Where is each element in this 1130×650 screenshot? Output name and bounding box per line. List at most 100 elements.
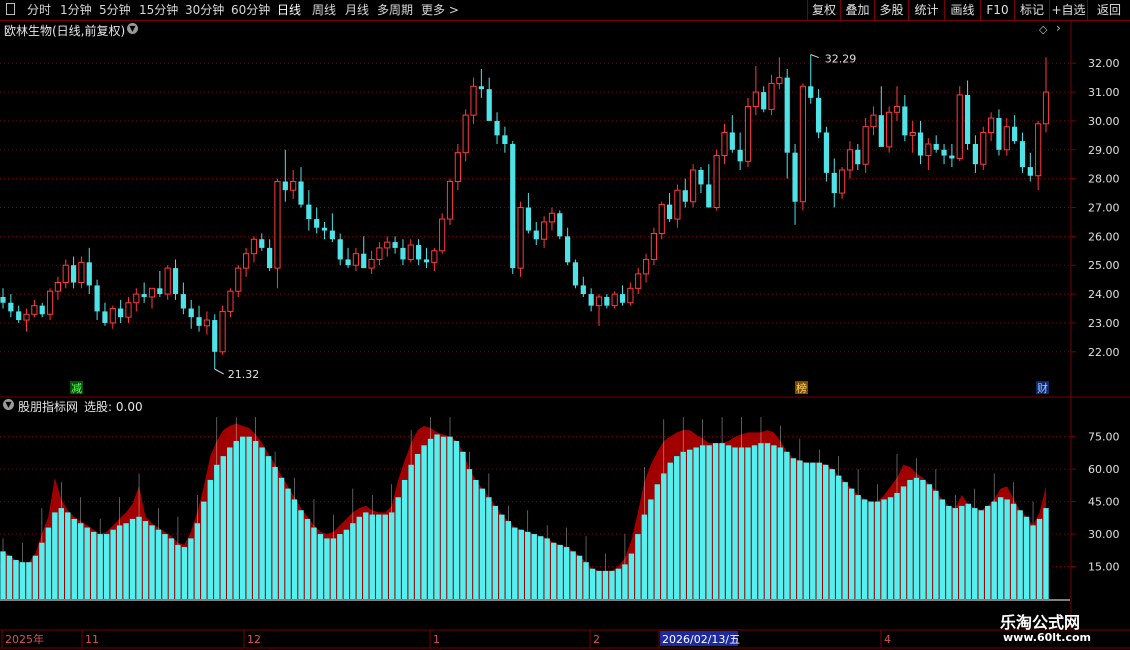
indicator-bar	[19, 562, 26, 599]
price-tick-label: 32.00	[1088, 57, 1120, 70]
indicator-bar	[887, 497, 894, 599]
indicator-bar	[894, 492, 900, 599]
chart-canvas[interactable]: 22.00 23.00 24.00 25.00 26.00 27.00 28.00 29.00…	[0, 0, 1130, 650]
indicator-bar	[680, 451, 686, 599]
candle-body	[893, 105, 901, 113]
candle-body	[282, 181, 288, 191]
candle-body	[470, 85, 477, 116]
indicator-bar	[900, 486, 907, 599]
candle-body	[431, 250, 438, 263]
indicator-bar	[175, 544, 181, 599]
time-label: 4	[884, 633, 891, 646]
indicator-bar	[751, 445, 758, 599]
price-tick-label: 29.00	[1088, 144, 1120, 157]
indicator-bar	[408, 464, 414, 599]
candle-body	[400, 247, 406, 260]
candle-body	[180, 294, 186, 309]
candle-body	[70, 265, 77, 283]
candle-body	[39, 305, 45, 315]
candle-body	[674, 189, 681, 220]
indicator-bar	[298, 510, 304, 599]
indicator-bar	[337, 534, 343, 599]
indicator-bar	[706, 445, 712, 599]
indicator-bar	[311, 527, 317, 599]
candle-body	[690, 169, 697, 203]
indicator-bar	[641, 514, 648, 599]
indicator-bar	[848, 488, 855, 599]
indicator-bar	[214, 464, 220, 599]
indicator-bar	[861, 499, 868, 599]
candle-body	[416, 245, 422, 260]
candle-body	[267, 247, 273, 269]
indicator-bar	[907, 479, 913, 599]
candle-body	[1035, 123, 1042, 177]
indicator-bar	[194, 523, 201, 599]
watermark-url: www.60lt.com	[1003, 631, 1092, 644]
candle-body	[31, 305, 38, 315]
indicator-bar	[518, 529, 524, 599]
indicator-bar	[78, 523, 84, 599]
indicator-bar	[570, 551, 576, 599]
candle-body	[314, 219, 320, 228]
indicator-bar	[913, 477, 920, 599]
indicator-bar	[324, 538, 330, 599]
indicator-bar	[453, 440, 460, 599]
candle-body	[557, 213, 563, 237]
candle-body	[352, 253, 359, 266]
candle-body	[1012, 126, 1018, 142]
candle-body	[235, 267, 242, 292]
indicator-bar	[576, 555, 583, 599]
price-tick-label: 26.00	[1088, 230, 1120, 243]
candle-body	[376, 247, 383, 260]
candle-body	[964, 94, 971, 145]
candle-body	[439, 218, 446, 252]
candle-body	[548, 212, 556, 223]
indicator-bar	[712, 443, 719, 599]
indicator-bar	[952, 508, 959, 599]
candle-body	[102, 311, 108, 323]
price-tick-label: 27.00	[1088, 202, 1120, 215]
indicator-bar	[26, 562, 32, 599]
candle-body	[580, 285, 586, 295]
indicator-bar	[881, 499, 887, 599]
indicator-bar	[201, 501, 207, 599]
price-tick-label: 30.00	[1088, 115, 1120, 128]
high-label: 32.29	[825, 53, 857, 66]
candle-body	[565, 236, 571, 263]
candle-body	[306, 204, 312, 220]
indicator-bar	[265, 456, 272, 599]
candle-body	[752, 91, 759, 107]
indicator-bar	[661, 473, 667, 599]
indicator-bar	[823, 464, 829, 599]
indicator-bar	[259, 447, 265, 599]
indicator-bar	[991, 501, 997, 599]
indicator-tick-label: 75.00	[1088, 431, 1120, 444]
time-label: 2	[593, 633, 600, 646]
candle-body	[250, 238, 258, 255]
candle-body	[259, 239, 265, 248]
indicator-bar	[959, 505, 965, 599]
indicator-bar	[1043, 508, 1049, 599]
candle-body	[831, 172, 837, 194]
indicator-bar	[738, 447, 745, 599]
indicator-bar	[278, 477, 285, 599]
indicator-bar	[686, 449, 693, 599]
time-cursor-label: 2026/02/13/五	[662, 633, 740, 646]
indicator-bar	[188, 538, 194, 599]
candle-body	[933, 144, 939, 150]
candle-body	[878, 115, 884, 147]
indicator-bar	[797, 460, 803, 599]
indicator-bar	[784, 451, 790, 599]
indicator-bar	[304, 518, 311, 599]
candle-body	[917, 132, 924, 156]
price-tick-label: 31.00	[1088, 86, 1120, 99]
candle-body	[737, 149, 743, 162]
indicator-bar	[537, 536, 544, 599]
time-label: 1	[433, 633, 440, 646]
candle-body	[902, 106, 908, 136]
indicator-bar	[414, 453, 421, 599]
indicator-bar	[343, 529, 350, 599]
candle-body	[1027, 167, 1033, 176]
candle-body	[494, 120, 500, 136]
indicator-bar	[168, 538, 175, 599]
